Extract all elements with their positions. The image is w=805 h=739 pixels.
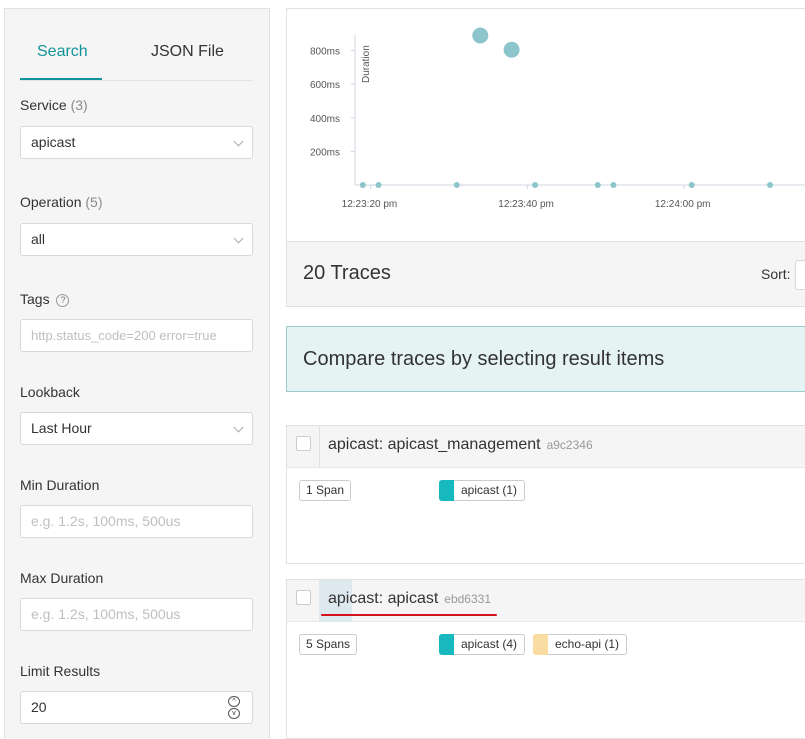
- trace-point: [375, 182, 382, 188]
- trace-point: [472, 27, 489, 44]
- min-duration-input[interactable]: e.g. 1.2s, 100ms, 500us: [20, 505, 253, 538]
- stepper-down-icon[interactable]: v: [228, 708, 240, 719]
- tab-json-file[interactable]: JSON File: [151, 43, 224, 61]
- header-divider: [319, 426, 320, 468]
- operation-label: Operation (5): [20, 194, 103, 210]
- trace-name[interactable]: apicast: apicast_management a9c2346: [328, 436, 593, 454]
- x-tick-label: 12:23:20 pm: [342, 199, 398, 210]
- max-duration-input[interactable]: e.g. 1.2s, 100ms, 500us: [20, 598, 253, 631]
- service-select[interactable]: apicast: [20, 126, 253, 159]
- trace-select-checkbox[interactable]: [296, 590, 311, 605]
- compare-traces-message: Compare traces by selecting result items: [303, 348, 665, 370]
- trace-point: [359, 182, 366, 188]
- lookback-select[interactable]: Last Hour: [20, 412, 253, 445]
- trace-select-checkbox[interactable]: [296, 436, 311, 451]
- y-tick-label: 800ms: [310, 47, 340, 58]
- trace-result-body: 1 Span apicast (1): [287, 468, 805, 563]
- service-tag: echo-api (1): [533, 634, 628, 655]
- trace-result-item[interactable]: apicast: apicast_management a9c2346 1 Spa…: [286, 425, 805, 564]
- lookback-select-value: Last Hour: [31, 420, 92, 436]
- duration-scatter-chart: 200ms 400ms 600ms 800ms Duration 12:23:20 pm 1…: [310, 27, 805, 210]
- trace-point: [610, 182, 617, 188]
- service-color-swatch: [439, 480, 454, 501]
- trace-id: ebd6331: [444, 592, 491, 606]
- y-axis-label: Duration: [361, 45, 372, 83]
- stepper-up-icon[interactable]: ^: [228, 696, 240, 707]
- service-label: Service (3): [20, 97, 88, 113]
- min-duration-label: Min Duration: [20, 477, 100, 493]
- x-tick-label: 12:24:00 pm: [655, 199, 711, 210]
- span-count-badge: 5 Spans: [299, 634, 358, 655]
- service-select-value: apicast: [31, 134, 76, 150]
- trace-point: [767, 182, 774, 188]
- operation-select[interactable]: all: [20, 223, 253, 256]
- tags-input[interactable]: http.status_code=200 error=true: [20, 319, 253, 352]
- lookback-label: Lookback: [20, 384, 80, 400]
- limit-results-value: 20: [31, 699, 47, 715]
- chevron-down-icon: [233, 233, 244, 244]
- tab-search[interactable]: Search: [37, 43, 88, 61]
- trace-point: [453, 182, 460, 188]
- trace-point: [688, 182, 695, 188]
- trace-point: [503, 41, 520, 58]
- x-tick-label: 12:23:40 pm: [498, 199, 554, 210]
- trace-point: [532, 182, 539, 188]
- active-tab-indicator: [20, 78, 102, 80]
- trace-result-body: 5 Spans apicast (4) echo-api (1): [287, 622, 805, 732]
- trace-point: [594, 182, 601, 188]
- trace-result-item[interactable]: apicast: apicast ebd6331 5 Spans apicast …: [286, 579, 805, 739]
- operation-count: (5): [85, 194, 103, 210]
- question-circle-icon[interactable]: ?: [56, 294, 70, 307]
- chevron-down-icon: [233, 422, 244, 433]
- service-tag: apicast (4): [439, 634, 526, 655]
- service-color-swatch: [439, 634, 454, 655]
- search-sidebar: Search JSON File Service (3) apicast Ope…: [4, 8, 270, 738]
- traces-header: 20 Traces Sort:: [286, 241, 805, 307]
- compare-traces-banner: Compare traces by selecting result items: [286, 326, 805, 392]
- max-duration-label: Max Duration: [20, 570, 104, 586]
- operation-select-value: all: [31, 231, 46, 247]
- service-count: (3): [70, 97, 88, 113]
- trace-id: a9c2346: [546, 438, 593, 452]
- annotation-underline: [321, 614, 497, 616]
- number-stepper[interactable]: ^ v: [228, 696, 240, 720]
- trace-result-header[interactable]: apicast: apicast ebd6331: [287, 580, 805, 622]
- service-tag: apicast (1): [439, 480, 526, 501]
- search-tabs: Search JSON File: [20, 9, 253, 81]
- service-color-swatch: [533, 634, 548, 655]
- sort-select[interactable]: [795, 260, 805, 290]
- span-count-badge: 1 Span: [299, 480, 352, 501]
- limit-results-input[interactable]: 20 ^ v: [20, 691, 253, 724]
- y-tick-label: 200ms: [310, 147, 340, 158]
- trace-count-title: 20 Traces: [303, 262, 391, 284]
- y-tick-label: 400ms: [310, 114, 340, 125]
- max-duration-placeholder: e.g. 1.2s, 100ms, 500us: [31, 606, 181, 622]
- sort-label: Sort:: [761, 266, 791, 282]
- trace-scatter-chart-panel: 200ms 400ms 600ms 800ms Duration 12:23:20 pm 1…: [286, 8, 805, 242]
- tags-label: Tags ?: [20, 291, 70, 307]
- min-duration-placeholder: e.g. 1.2s, 100ms, 500us: [31, 513, 181, 529]
- chevron-down-icon: [233, 136, 244, 147]
- trace-name[interactable]: apicast: apicast ebd6331: [328, 590, 491, 608]
- trace-result-header[interactable]: apicast: apicast_management a9c2346: [287, 426, 805, 468]
- y-tick-label: 600ms: [310, 80, 340, 91]
- tags-input-placeholder: http.status_code=200 error=true: [31, 328, 217, 343]
- limit-results-label: Limit Results: [20, 663, 101, 679]
